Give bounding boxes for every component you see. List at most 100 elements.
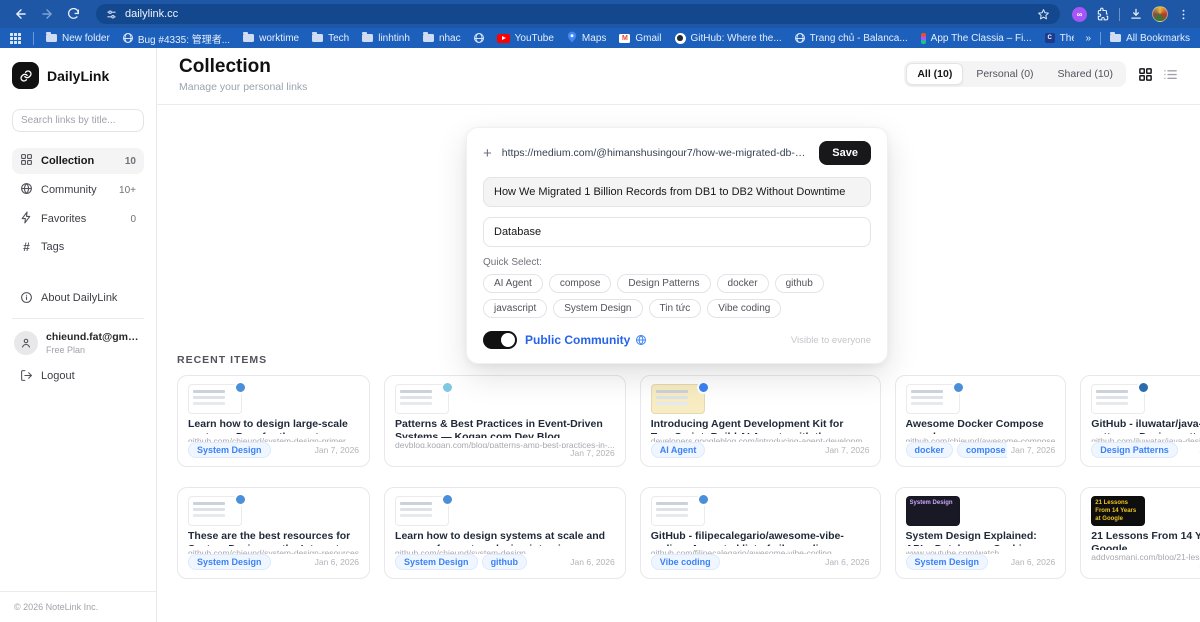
bookmark-item[interactable]: linhtinh [362, 33, 410, 44]
tag-pill[interactable]: compose [957, 442, 1007, 458]
tag-pill[interactable]: Design Patterns [1091, 442, 1178, 458]
tab-all[interactable]: All (10) [906, 63, 963, 85]
quick-tag-chip[interactable]: github [775, 274, 824, 293]
user-plan: Free Plan [46, 345, 144, 355]
tag-pill[interactable]: AI Agent [651, 442, 706, 458]
refresh-button[interactable] [62, 3, 84, 25]
link-card[interactable]: These are the best resources for System … [177, 487, 370, 579]
tab-shared[interactable]: Shared (10) [1047, 63, 1124, 85]
link-card[interactable]: GitHub - filipecalegario/awesome-vibe-co… [640, 487, 881, 579]
bookmarks-overflow-chevron[interactable]: » [1086, 33, 1092, 44]
link-card[interactable]: GitHub - iluwatar/java-design-patterns: … [1080, 375, 1200, 467]
about-label: About DailyLink [41, 292, 117, 304]
quick-tag-chip[interactable]: Design Patterns [617, 274, 710, 293]
list-view-button[interactable] [1163, 67, 1178, 82]
extension-badge-icon[interactable]: ∞ [1072, 7, 1087, 22]
app-name: DailyLink [47, 68, 109, 84]
globe-icon [795, 33, 805, 43]
link-card[interactable]: Patterns & Best Practices in Event-Drive… [384, 375, 626, 467]
sidebar-item-favorites[interactable]: Favorites0 [12, 206, 144, 232]
link-date: Jan 7, 2026 [570, 448, 614, 458]
card-footer: System DesignJan 6, 2026 [906, 554, 1056, 570]
site-settings-icon[interactable] [106, 9, 117, 20]
quick-tag-chip[interactable]: Tin tức [649, 299, 702, 318]
app-logo[interactable]: DailyLink [12, 62, 144, 89]
tag-pill[interactable]: System Design [188, 442, 271, 458]
tab-personal[interactable]: Personal (0) [965, 63, 1044, 85]
bookmark-item[interactable]: Maps [567, 31, 606, 46]
all-bookmarks-button[interactable]: All Bookmarks [1110, 33, 1190, 44]
bookmark-item[interactable]: CThe Classia [1045, 33, 1074, 44]
bookmark-item[interactable]: nhac [423, 33, 461, 44]
menu-dots-icon[interactable] [1177, 8, 1190, 21]
globe-icon [635, 334, 647, 346]
quick-tag-chip[interactable]: AI Agent [483, 274, 543, 293]
tag-pill[interactable]: System Design [188, 554, 271, 570]
quick-tag-chip[interactable]: compose [549, 274, 612, 293]
download-icon[interactable] [1129, 7, 1143, 21]
nav-label: Collection [41, 155, 94, 167]
tag-pill[interactable]: github [482, 554, 528, 570]
sidebar-item-tags[interactable]: #Tags [12, 235, 144, 259]
quick-select-chips: AI Agent compose Design Patterns docker gith… [483, 274, 871, 318]
link-card[interactable]: Awesome Docker Compose samplesgithub.com… [895, 375, 1067, 467]
folder-icon [1110, 34, 1121, 42]
search-input[interactable] [12, 109, 144, 132]
extensions-puzzle-icon[interactable] [1096, 7, 1110, 21]
apps-grid-icon[interactable] [10, 33, 21, 44]
quick-tag-chip[interactable]: System Design [553, 299, 642, 318]
quick-tag-chip[interactable]: javascript [483, 299, 547, 318]
address-bar[interactable]: dailylink.cc [96, 4, 1060, 24]
bookmark-item[interactable]: Trang chủ - Balanca... [795, 33, 908, 44]
favorites-icon [20, 211, 33, 227]
tag-pill[interactable]: Vibe coding [651, 554, 720, 570]
tag-pill[interactable]: docker [906, 442, 954, 458]
link-tags: System Design [188, 442, 271, 458]
bookmark-item[interactable]: Tech [312, 33, 349, 44]
user-avatar-icon [14, 331, 38, 355]
user-account[interactable]: chieund.fat@gmail.c... Free Plan [12, 331, 144, 355]
tags-hash-icon: # [20, 240, 33, 254]
quick-tag-chip[interactable]: Vibe coding [707, 299, 781, 318]
back-button[interactable] [10, 3, 32, 25]
link-tags-field[interactable] [483, 217, 871, 247]
bookmark-item[interactable]: worktime [243, 33, 299, 44]
link-title-field[interactable] [483, 177, 871, 207]
save-button[interactable]: Save [819, 141, 871, 165]
nav-count: 0 [130, 214, 136, 225]
tag-pill[interactable]: System Design [906, 554, 989, 570]
bookmark-item[interactable] [474, 33, 484, 43]
recent-items-grid: Learn how to design large-scale systems.… [177, 375, 1180, 579]
link-card[interactable]: System DesignSystem Design Explained: AP… [895, 487, 1067, 579]
forward-button[interactable] [36, 3, 58, 25]
thumbnail-badge-icon [697, 493, 710, 506]
sidebar-item-community[interactable]: Community10+ [12, 177, 144, 203]
sidebar-item-collection[interactable]: Collection10 [12, 148, 144, 174]
link-card[interactable]: Learn how to design large-scale systems.… [177, 375, 370, 467]
link-card[interactable]: Introducing Agent Development Kit for Ty… [640, 375, 881, 467]
bookmark-item[interactable]: GitHub: Where the... [675, 33, 782, 44]
bookmark-item[interactable]: App The Classia – Fi... [921, 33, 1032, 44]
link-card[interactable]: 21 Lessons From 14 Years at Google21 Les… [1080, 487, 1200, 579]
bookmark-item[interactable]: MGmail [619, 33, 661, 44]
grid-view-button[interactable] [1138, 67, 1153, 82]
logout-button[interactable]: Logout [12, 369, 144, 382]
link-date: Jan 7, 2026 [825, 445, 869, 455]
link-card[interactable]: Learn how to design systems at scale and… [384, 487, 626, 579]
sidebar-item-about[interactable]: About DailyLink [12, 291, 144, 304]
quick-tag-chip[interactable]: docker [717, 274, 769, 293]
folder-icon [46, 34, 57, 42]
tag-pill[interactable]: System Design [395, 554, 478, 570]
link-thumbnail [1091, 384, 1145, 414]
card-footer: Jan 7, 2026 [395, 448, 615, 458]
link-title: Learn how to design large-scale systems.… [188, 418, 359, 434]
bookmark-item[interactable]: New folder [46, 33, 110, 44]
link-url-field[interactable]: https://medium.com/@himanshusingour7/how… [502, 147, 810, 159]
bookmark-star-icon[interactable] [1037, 8, 1050, 21]
browser-profile-avatar[interactable] [1152, 6, 1168, 22]
bookmark-item[interactable]: Bug #4335: 管理者... [123, 31, 230, 46]
github-icon [675, 33, 686, 44]
bookmark-label: New folder [62, 33, 110, 44]
public-community-toggle[interactable] [483, 331, 517, 349]
bookmark-item[interactable]: YouTube [497, 33, 554, 44]
